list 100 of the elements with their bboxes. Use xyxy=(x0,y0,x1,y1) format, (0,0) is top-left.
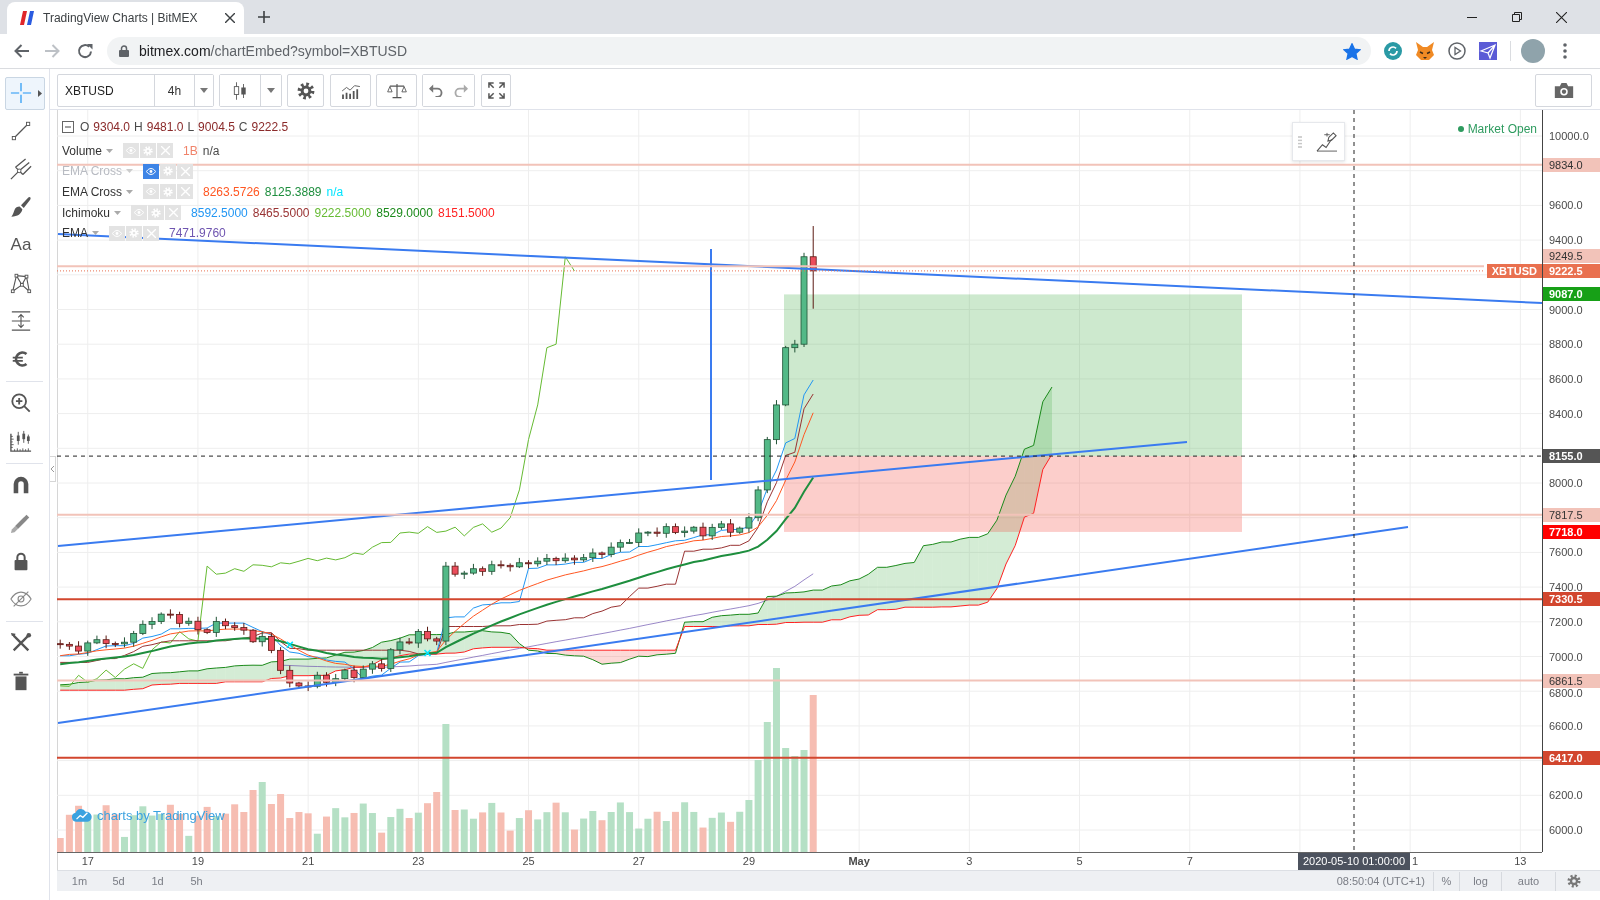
floating-toolbar[interactable] xyxy=(1292,122,1345,161)
caret-icon[interactable] xyxy=(114,210,122,215)
caret-icon xyxy=(267,88,275,93)
time-tick-label: 5 xyxy=(1076,855,1083,868)
line-tool-icon xyxy=(10,120,32,142)
fox-icon[interactable] xyxy=(1415,42,1435,60)
tools-icon xyxy=(10,632,32,654)
back-arrow-icon[interactable] xyxy=(13,43,29,59)
avatar-icon[interactable] xyxy=(1521,39,1545,63)
caret-icon[interactable] xyxy=(126,190,133,194)
browser-tab[interactable]: TradingView Charts | BitMEX xyxy=(7,2,244,34)
clock-text: 08:50:04 (UTC+1) xyxy=(1336,875,1426,887)
close-icon xyxy=(180,187,190,197)
chart-type-dropdown-button[interactable] xyxy=(260,75,281,106)
crosshair-icon xyxy=(10,82,32,104)
time-tick-label: 17 xyxy=(81,855,94,868)
study-name[interactable]: Volume xyxy=(62,143,103,158)
star-icon[interactable] xyxy=(1343,42,1361,60)
ohlc-value: 9481.0 xyxy=(146,120,184,134)
range-button[interactable]: 5h xyxy=(177,871,216,891)
fullscreen-button[interactable] xyxy=(481,74,511,107)
time-tick-label: 3 xyxy=(966,855,973,868)
kebab-menu-icon[interactable] xyxy=(1563,43,1567,59)
price-tick-label: 8000.0 xyxy=(1549,478,1583,488)
price-tick-label: 7400.0 xyxy=(1549,582,1583,593)
study-value: 8151.5000 xyxy=(437,205,495,220)
paper-plane-icon[interactable] xyxy=(1479,42,1497,60)
study-value: n/a xyxy=(202,143,220,158)
reload-icon[interactable] xyxy=(77,43,93,59)
ohlc-value: 9304.0 xyxy=(93,120,131,134)
scale-toggle[interactable]: log xyxy=(1459,871,1501,891)
collapse-handle[interactable] xyxy=(50,456,56,482)
price-tick-label: 6000.0 xyxy=(1549,825,1583,835)
price-tick-label: 9600.0 xyxy=(1549,200,1583,211)
pitchfork-icon xyxy=(10,158,32,180)
ohlc-value: 9004.5 xyxy=(198,120,235,134)
study-name[interactable]: Ichimoku xyxy=(62,205,111,220)
lock-icon[interactable] xyxy=(119,45,129,57)
price-label: 7817.5 xyxy=(1543,507,1600,522)
price-label: 9222.5 xyxy=(1543,263,1600,278)
brush-icon xyxy=(10,196,32,218)
fullscreen-icon xyxy=(487,82,505,99)
price-label: 6417.0 xyxy=(1543,750,1600,765)
symbol-price-label: XBTUSD xyxy=(1486,263,1542,278)
close-icon[interactable] xyxy=(225,13,235,23)
price-tick-label: 7600.0 xyxy=(1549,547,1583,558)
study-value: 8529.0000 xyxy=(376,205,433,220)
circle-arrows-icon[interactable] xyxy=(1384,42,1402,60)
close-icon[interactable] xyxy=(1556,11,1567,23)
pattern-icon xyxy=(10,272,32,294)
price-label: 6861.5 xyxy=(1543,673,1600,688)
compare-button[interactable] xyxy=(376,74,417,107)
settings-icon[interactable] xyxy=(1567,874,1581,888)
study-value: 8592.5000 xyxy=(191,205,248,220)
time-tick-label: 25 xyxy=(522,855,535,868)
settings-button[interactable] xyxy=(287,74,324,107)
chart-line-icon xyxy=(340,82,361,99)
settings-icon xyxy=(163,187,173,197)
price-tick-label: 7200.0 xyxy=(1549,616,1583,627)
pencils-icon xyxy=(10,512,32,534)
time-tick-label: 13 xyxy=(1514,855,1527,868)
restore-icon[interactable] xyxy=(1511,12,1522,22)
scale-toggle[interactable]: % xyxy=(1433,871,1459,891)
eye-icon xyxy=(146,188,156,196)
screenshot-button[interactable] xyxy=(1535,74,1592,107)
range-button[interactable]: 5d xyxy=(99,871,138,891)
minus-square-icon[interactable] xyxy=(62,121,74,133)
caret-right-icon[interactable] xyxy=(38,89,42,97)
play-circle-icon[interactable] xyxy=(1448,42,1466,60)
price-label: 7330.5 xyxy=(1543,592,1600,607)
address-bar[interactable]: bitmex.com/chartEmbed?symbol=XBTUSD xyxy=(107,37,1371,65)
chart-pen-icon[interactable] xyxy=(1316,131,1338,152)
price-tick-label: 6800.0 xyxy=(1549,687,1583,698)
range-button[interactable]: 1m xyxy=(60,871,99,891)
caret-icon[interactable] xyxy=(106,148,114,153)
ohlc-label: L xyxy=(187,120,195,134)
price-tick-label: 6200.0 xyxy=(1549,790,1583,801)
time-tick-label: 19 xyxy=(191,855,205,868)
study-value: 8263.5726 xyxy=(203,185,260,199)
price-level-line[interactable] xyxy=(57,756,1542,759)
scale-toggle[interactable]: auto xyxy=(1501,871,1555,891)
study-value: 8465.5000 xyxy=(252,205,310,220)
time-tick-label: 7 xyxy=(1186,855,1193,868)
study-name[interactable]: EMA Cross xyxy=(62,185,122,199)
close-icon xyxy=(180,166,190,176)
eye-icon xyxy=(126,147,137,155)
ohlc-label: H xyxy=(134,120,143,134)
new-tab-icon[interactable] xyxy=(258,11,270,23)
range-button[interactable]: 1d xyxy=(138,871,177,891)
text-tool-button[interactable]: Aa xyxy=(5,228,45,262)
ohlc-label: O xyxy=(80,120,90,134)
grip-icon[interactable] xyxy=(1298,135,1302,148)
minimize-icon[interactable] xyxy=(1466,16,1477,18)
visibility-button[interactable] xyxy=(143,163,159,179)
market-status-text: Market Open xyxy=(1467,122,1537,136)
study-value: n/a xyxy=(326,185,344,199)
cloud-icon xyxy=(72,809,92,822)
eye-icon xyxy=(134,209,145,217)
indicators-button[interactable] xyxy=(330,74,371,107)
favicon-icon xyxy=(19,11,35,25)
